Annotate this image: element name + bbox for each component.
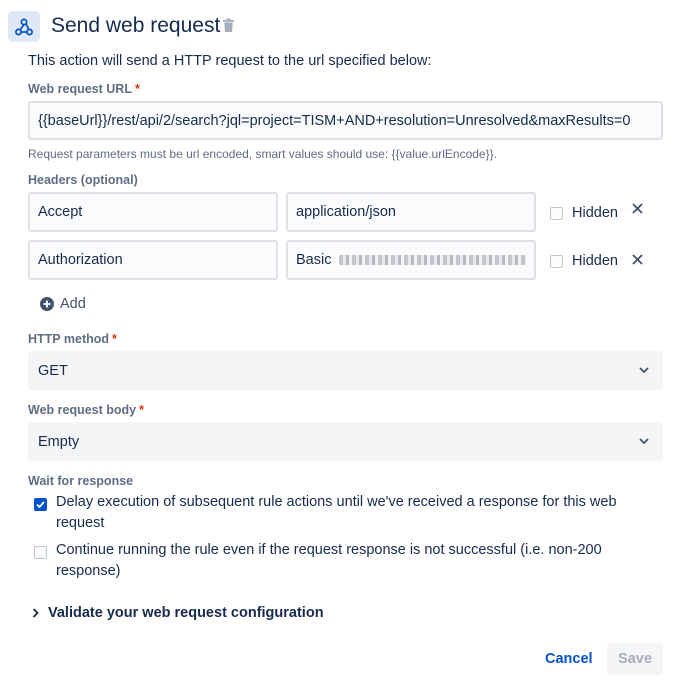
- webhook-icon: [8, 11, 40, 42]
- chevron-right-icon: [32, 608, 39, 618]
- http-method-select[interactable]: GET: [28, 351, 663, 390]
- headers-label: Headers (optional): [28, 173, 138, 187]
- hidden-checkbox[interactable]: [550, 254, 563, 268]
- header-key-input[interactable]: Authorization: [28, 240, 278, 280]
- remove-header-button[interactable]: [632, 252, 643, 270]
- description-text: This action will send a HTTP request to …: [28, 53, 432, 69]
- validate-config-label: Validate your web request configuration: [48, 605, 324, 621]
- delay-execution-label: Delay execution of subsequent rule actio…: [56, 492, 617, 534]
- http-method-label-text: HTTP method: [28, 332, 110, 346]
- http-method-value: GET: [38, 362, 68, 379]
- url-label: Web request URL *: [28, 82, 140, 96]
- remove-header-button[interactable]: [632, 201, 643, 219]
- redacted-credentials: [339, 255, 526, 265]
- hidden-checkbox[interactable]: [550, 206, 563, 220]
- required-mark: *: [134, 82, 140, 96]
- delay-execution-line1: Delay execution of subsequent rule actio…: [56, 494, 617, 510]
- request-body-select[interactable]: Empty: [28, 422, 663, 461]
- request-body-label: Web request body *: [28, 403, 144, 417]
- hidden-label: Hidden: [572, 205, 618, 221]
- add-circle-icon: [40, 297, 54, 311]
- page-title: Send web request: [51, 14, 221, 37]
- add-header-button[interactable]: Add: [40, 296, 86, 312]
- continue-running-checkbox[interactable]: [34, 546, 47, 559]
- checkmark-icon: [36, 501, 45, 508]
- url-input[interactable]: {{baseUrl}}/rest/api/2/search?jql=projec…: [28, 101, 663, 140]
- wait-for-response-label: Wait for response: [28, 474, 134, 488]
- hidden-label: Hidden: [572, 253, 618, 269]
- close-icon: [632, 203, 643, 214]
- header-value-input[interactable]: Basic: [286, 240, 536, 280]
- cancel-button[interactable]: Cancel: [545, 651, 593, 667]
- close-icon: [632, 254, 643, 265]
- validate-config-toggle[interactable]: Validate your web request configuration: [32, 605, 324, 621]
- header-value-text: Basic: [296, 252, 332, 268]
- continue-running-line1: Continue running the rule even if the re…: [56, 542, 602, 558]
- header-value-text: application/json: [296, 204, 396, 220]
- header-value-input[interactable]: application/json: [286, 192, 536, 232]
- hidden-toggle[interactable]: Hidden: [550, 253, 618, 269]
- continue-running-line2: response): [56, 563, 121, 579]
- delay-execution-checkbox[interactable]: [34, 498, 47, 511]
- save-button[interactable]: Save: [607, 643, 663, 675]
- url-label-text: Web request URL: [28, 82, 132, 96]
- chevron-down-icon: [639, 438, 649, 445]
- url-input-value: {{baseUrl}}/rest/api/2/search?jql=projec…: [38, 112, 631, 129]
- add-label: Add: [60, 296, 86, 312]
- required-mark: *: [139, 403, 144, 417]
- chevron-down-icon: [639, 367, 649, 374]
- continue-running-label: Continue running the rule even if the re…: [56, 540, 602, 582]
- required-mark: *: [112, 332, 117, 346]
- hidden-toggle[interactable]: Hidden: [550, 205, 618, 221]
- url-help-text: Request parameters must be url encoded, …: [28, 147, 497, 161]
- delay-execution-line2: request: [56, 515, 105, 531]
- header-key-value: Accept: [38, 204, 83, 220]
- request-body-label-text: Web request body: [28, 403, 137, 417]
- http-method-label: HTTP method *: [28, 332, 117, 346]
- header-key-input[interactable]: Accept: [28, 192, 278, 232]
- header-key-value: Authorization: [38, 252, 123, 268]
- trash-icon[interactable]: [222, 18, 235, 38]
- request-body-value: Empty: [38, 433, 80, 450]
